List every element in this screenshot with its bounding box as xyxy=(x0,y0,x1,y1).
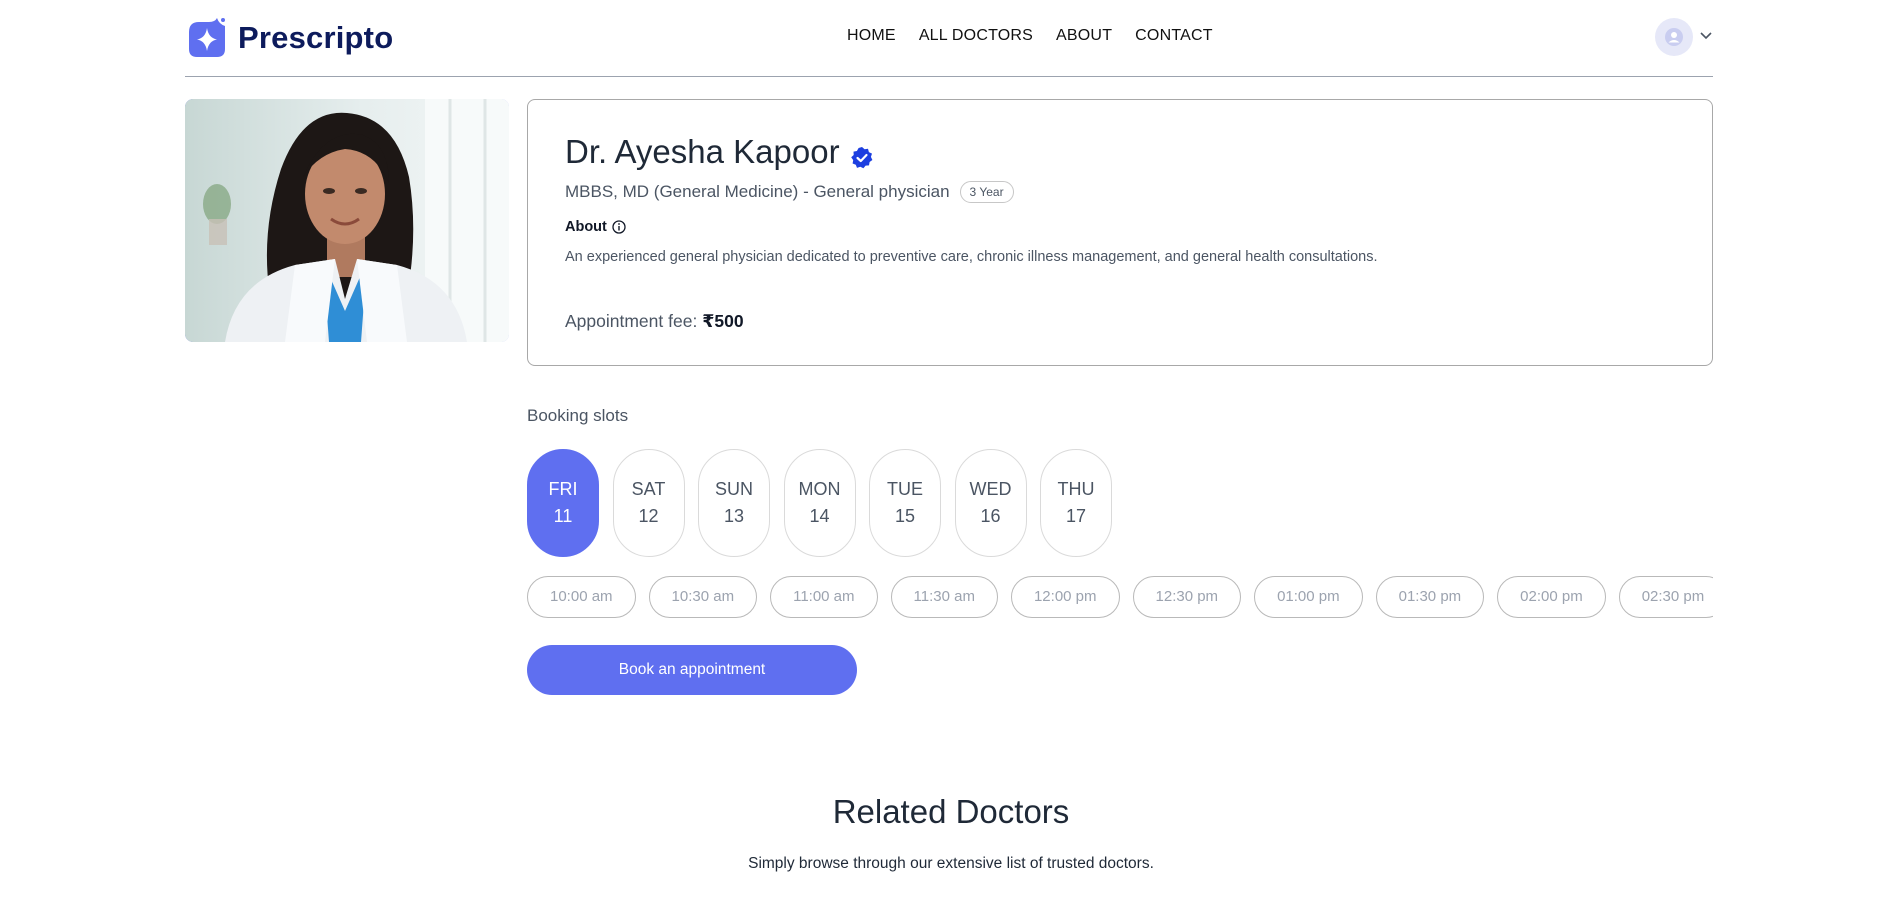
time-slot[interactable]: 02:00 pm xyxy=(1497,576,1606,618)
user-menu[interactable] xyxy=(1655,18,1713,56)
day-name: SUN xyxy=(714,479,753,499)
time-slot[interactable]: 02:30 pm xyxy=(1618,576,1713,618)
related-doctors-title: Related Doctors xyxy=(832,793,1070,830)
time-slot[interactable]: 01:00 pm xyxy=(1254,576,1363,618)
doctor-name: Dr. Ayesha Kapoor xyxy=(565,133,840,170)
sparkle-icon xyxy=(185,16,228,59)
main-nav: HOME ALL DOCTORS ABOUT CONTACT xyxy=(847,27,1236,45)
time-slot[interactable]: 10:00 am xyxy=(527,576,636,618)
day-selector: FRI 11 SAT 12 SUN 13 MON 14 TUE 15 WED 1… xyxy=(527,449,1126,557)
book-appointment-button[interactable]: Book an appointment xyxy=(527,645,857,695)
time-slot-list[interactable]: 10:00 am 10:30 am 11:00 am 11:30 am 12:00 pm… xyxy=(527,576,1713,620)
related-doctors-subtitle: Simply browse through our extensive list… xyxy=(748,855,1154,872)
day-name: SAT xyxy=(631,479,666,499)
time-slot[interactable]: 12:00 pm xyxy=(1010,576,1120,618)
time-slot[interactable]: 11:30 am xyxy=(890,576,998,618)
brand-name: Prescripto xyxy=(238,19,394,55)
time-slot[interactable]: 10:30 am xyxy=(648,576,758,618)
day-date: 15 xyxy=(894,506,916,526)
about-text: An experienced general physician dedicat… xyxy=(565,249,1378,265)
fee-label: Appointment fee: xyxy=(565,311,698,331)
doctor-name-row: Dr. Ayesha Kapoor xyxy=(565,133,874,171)
booking-slots-title: Booking slots xyxy=(527,406,629,425)
day-date: 13 xyxy=(723,506,745,526)
time-slot[interactable]: 11:00 am xyxy=(770,576,878,618)
day-date: 17 xyxy=(1065,506,1087,526)
nav-contact[interactable]: CONTACT xyxy=(1135,27,1213,45)
doctor-info-card: Dr. Ayesha Kapoor MBBS, MD (General Medi… xyxy=(527,99,1713,366)
fee-value: ₹500 xyxy=(702,311,744,331)
day-slot[interactable]: MON 14 xyxy=(783,449,856,557)
experience-badge: 3 Year xyxy=(959,181,1014,203)
nav-all-doctors[interactable]: ALL DOCTORS xyxy=(919,27,1033,45)
verified-badge-icon xyxy=(850,140,874,169)
info-icon xyxy=(612,220,626,234)
day-name: MON xyxy=(798,479,841,499)
appointment-fee: Appointment fee: ₹500 xyxy=(565,311,744,332)
day-date: 16 xyxy=(980,506,1001,526)
day-slot[interactable]: FRI 11 xyxy=(527,449,599,557)
doctor-degree-row: MBBS, MD (General Medicine) - General ph… xyxy=(565,181,1014,203)
day-slot[interactable]: SAT 12 xyxy=(612,449,685,557)
day-slot[interactable]: SUN 13 xyxy=(698,449,770,557)
day-date: 14 xyxy=(809,506,830,526)
day-date: 11 xyxy=(553,506,573,526)
day-name: TUE xyxy=(887,479,923,499)
about-label: About xyxy=(565,219,607,235)
day-name: THU xyxy=(1057,479,1095,499)
brand-logo[interactable]: Prescripto xyxy=(185,16,393,59)
about-heading: About xyxy=(565,219,626,235)
time-slot[interactable]: 12:30 pm xyxy=(1132,576,1242,618)
nav-about[interactable]: ABOUT xyxy=(1056,27,1112,45)
day-name: WED xyxy=(969,479,1012,499)
user-avatar-icon[interactable] xyxy=(1655,18,1693,56)
day-slot[interactable]: TUE 15 xyxy=(869,449,941,557)
time-slot[interactable]: 01:30 pm xyxy=(1375,576,1485,618)
day-date: 12 xyxy=(638,506,659,526)
doctor-photo xyxy=(185,99,509,342)
navbar: Prescripto HOME ALL DOCTORS ABOUT CONTAC… xyxy=(185,0,1713,77)
chevron-down-icon[interactable] xyxy=(1699,28,1713,46)
day-slot[interactable]: WED 16 xyxy=(954,449,1027,557)
day-name: FRI xyxy=(548,479,578,499)
nav-home[interactable]: HOME xyxy=(847,27,896,45)
day-slot[interactable]: THU 17 xyxy=(1040,449,1112,557)
doctor-degree: MBBS, MD (General Medicine) - General ph… xyxy=(565,182,950,201)
